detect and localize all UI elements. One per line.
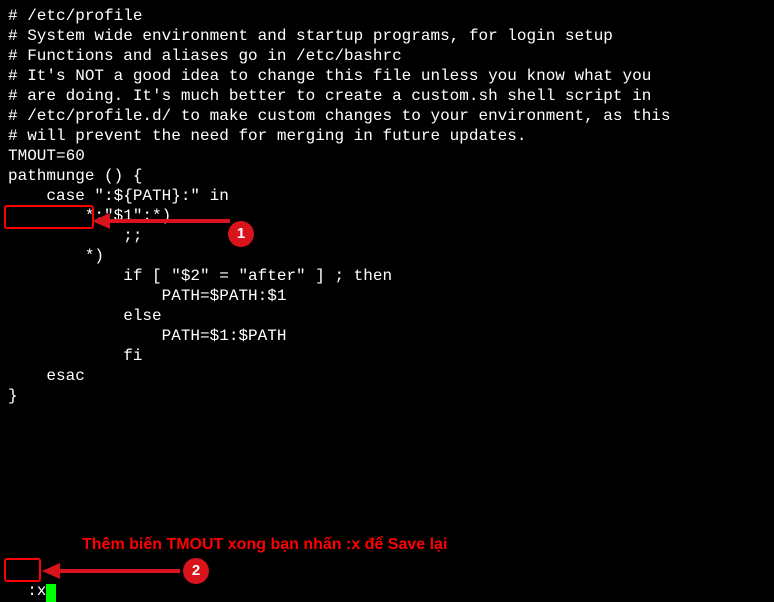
code-line: PATH=$1:$PATH bbox=[8, 326, 766, 346]
vim-command-text: :x bbox=[27, 582, 46, 600]
code-line: ;; bbox=[8, 226, 766, 246]
annotation-badge-1: 1 bbox=[228, 221, 254, 247]
code-line: # /etc/profile.d/ to make custom changes… bbox=[8, 106, 766, 126]
code-line: pathmunge () { bbox=[8, 166, 766, 186]
terminal-editor[interactable]: # /etc/profile # System wide environment… bbox=[8, 6, 766, 406]
code-line: # /etc/profile bbox=[8, 6, 766, 26]
code-line: esac bbox=[8, 366, 766, 386]
code-line: # will prevent the need for merging in f… bbox=[8, 126, 766, 146]
code-line: # are doing. It's much better to create … bbox=[8, 86, 766, 106]
badge-number: 1 bbox=[237, 224, 245, 244]
code-line: # It's NOT a good idea to change this fi… bbox=[8, 66, 766, 86]
code-line: else bbox=[8, 306, 766, 326]
code-line: # System wide environment and startup pr… bbox=[8, 26, 766, 46]
code-line: *) bbox=[8, 246, 766, 266]
cursor-icon bbox=[46, 584, 56, 602]
code-line: fi bbox=[8, 346, 766, 366]
code-line: case ":${PATH}:" in bbox=[8, 186, 766, 206]
code-line: PATH=$PATH:$1 bbox=[8, 286, 766, 306]
code-line: TMOUT=60 bbox=[8, 146, 766, 166]
code-line: if [ "$2" = "after" ] ; then bbox=[8, 266, 766, 286]
annotation-arrow-2 bbox=[42, 560, 182, 582]
code-line: *:"$1":*) bbox=[8, 206, 766, 226]
vim-command-line[interactable]: :x bbox=[8, 561, 56, 601]
code-line: # Functions and aliases go in /etc/bashr… bbox=[8, 46, 766, 66]
annotation-note: Thêm biến TMOUT xong bạn nhấn :x để Save… bbox=[82, 535, 447, 555]
badge-number: 2 bbox=[192, 561, 200, 581]
code-line: } bbox=[8, 386, 766, 406]
annotation-badge-2: 2 bbox=[183, 558, 209, 584]
